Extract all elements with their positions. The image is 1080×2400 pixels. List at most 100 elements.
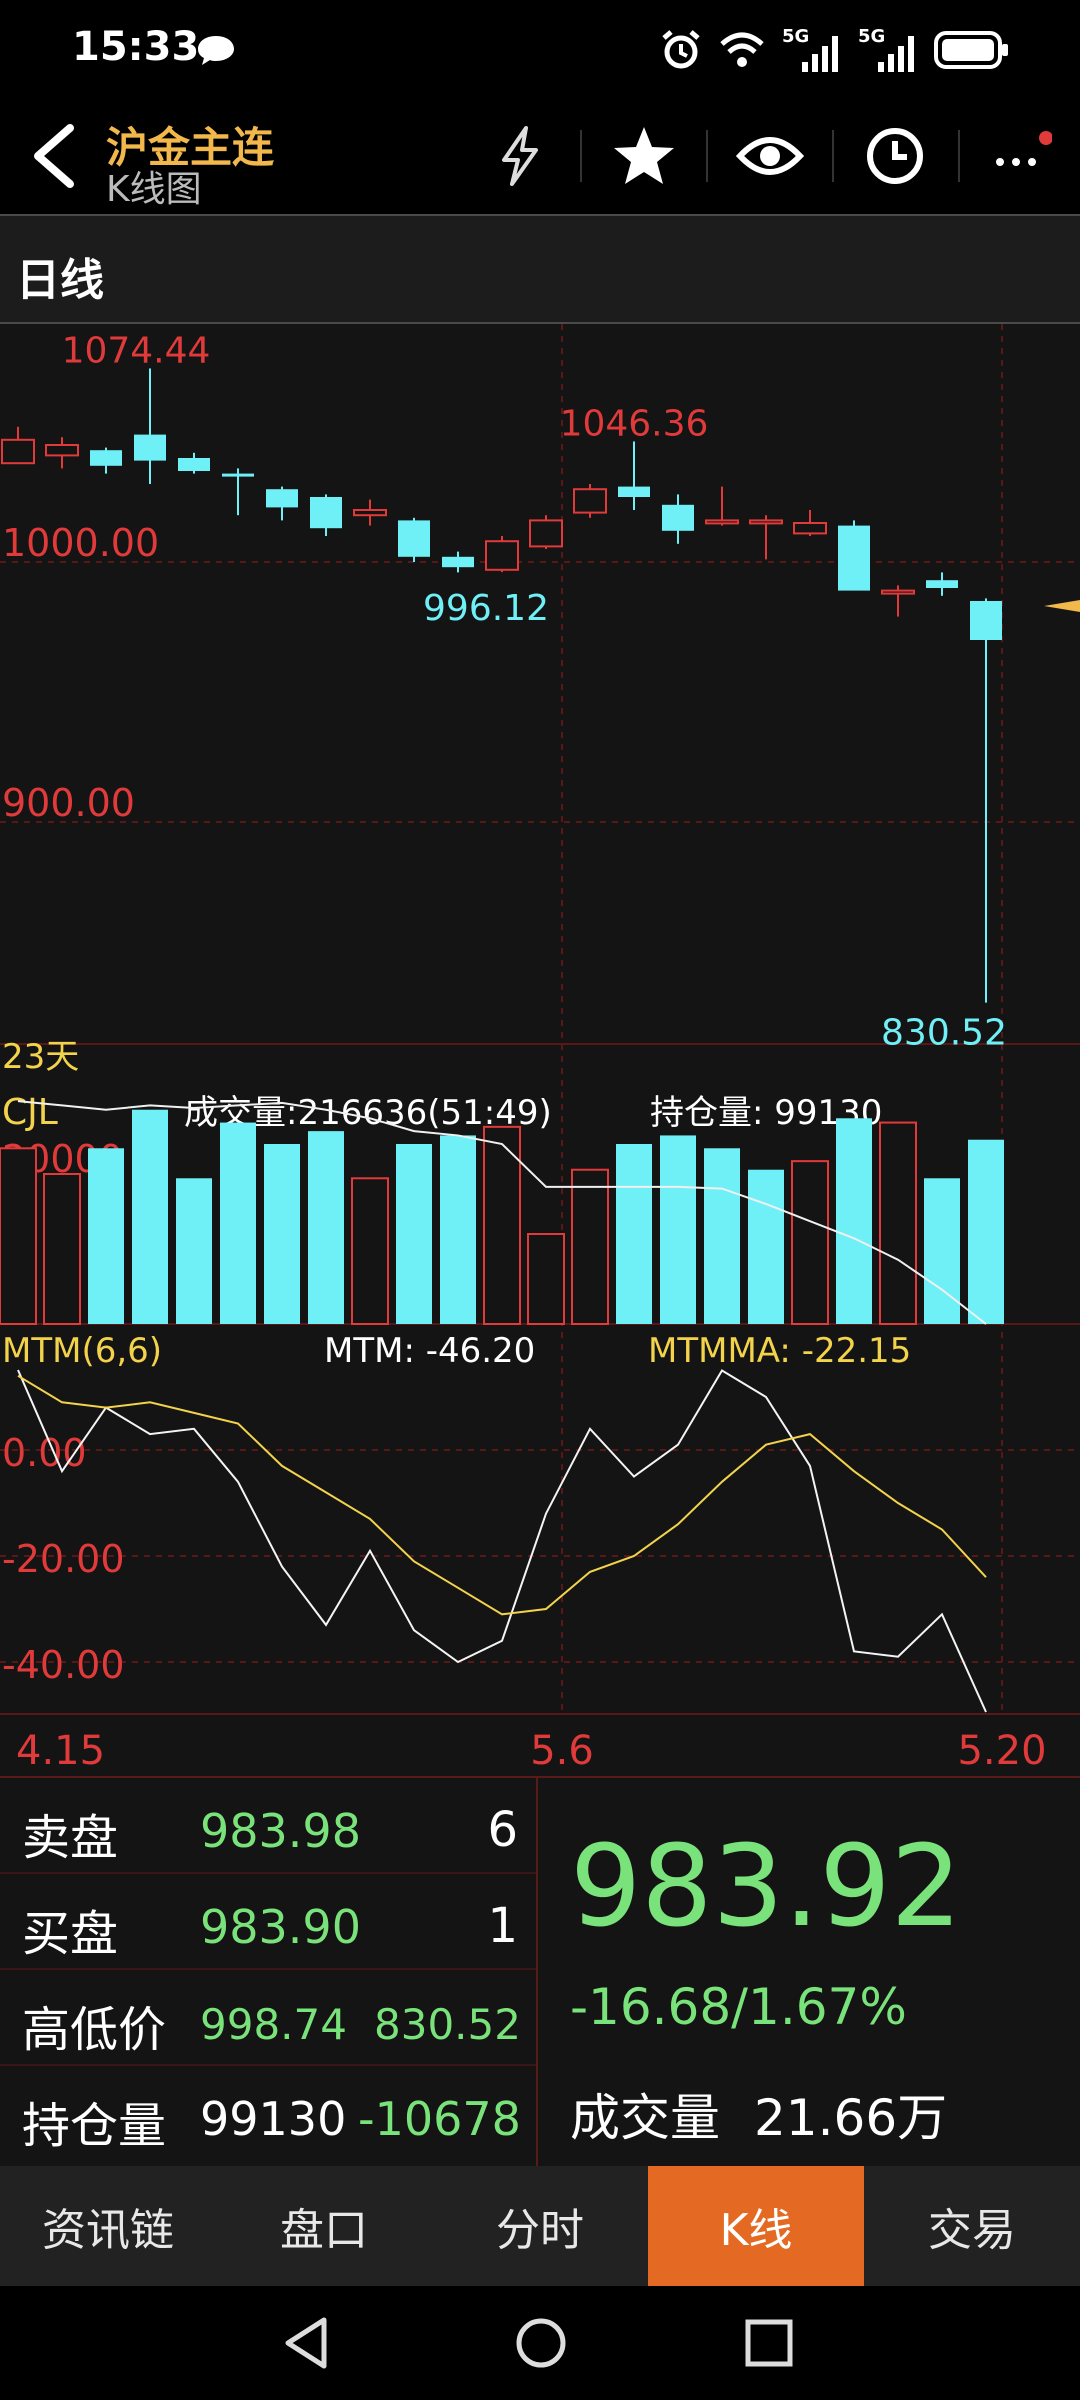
candle-body — [178, 458, 210, 471]
volume-bar — [176, 1178, 212, 1324]
status-time: 15:33 — [72, 24, 200, 70]
tab-news-chain[interactable]: 资讯链 — [0, 2166, 216, 2286]
lightning-icon — [502, 126, 538, 186]
volume-bar — [264, 1144, 300, 1324]
volume-bar — [0, 1147, 37, 1325]
signal-5g-icon: 5G — [782, 26, 842, 72]
candle-body — [926, 580, 958, 588]
more-button[interactable] — [980, 116, 1060, 196]
low-annotation: 996.12 — [423, 588, 549, 629]
history-button[interactable] — [855, 116, 935, 196]
date-axis-label: 5.6 — [530, 1728, 594, 1774]
oi-value: 99130 — [200, 2092, 347, 2146]
oi-change: -10678 — [358, 2092, 521, 2146]
mtmma-value: MTMMA: -22.15 — [648, 1331, 911, 1371]
candle-body — [90, 450, 122, 466]
candle-body — [970, 601, 1002, 640]
days-label: 23天 — [2, 1037, 79, 1077]
tab-order-book[interactable]: 盘口 — [216, 2166, 432, 2286]
volume-bar — [396, 1144, 432, 1324]
candle-body — [398, 520, 430, 557]
chart-area[interactable]: 1000.00 900.00 1074.44 1046.36 996.12 830.52 2… — [0, 324, 1080, 1776]
candle-body — [618, 486, 650, 497]
volume-bar — [571, 1168, 609, 1326]
volume-bar — [308, 1131, 344, 1324]
tab-kline[interactable]: K线 — [648, 2166, 864, 2286]
favorite-button[interactable] — [604, 116, 684, 196]
quote-divider — [536, 1778, 538, 2168]
volume-bar — [704, 1148, 740, 1324]
candle-body — [442, 556, 474, 568]
volume-label: 成交量 — [570, 2089, 720, 2147]
candle-body — [749, 519, 783, 525]
status-bar: 15:33 5G 5G — [0, 0, 1080, 100]
ask-price: 983.98 — [200, 1804, 361, 1858]
system-nav-bar — [0, 2286, 1080, 2400]
bottom-tab-bar: 资讯链 盘口 分时 K线 交易 — [0, 2166, 1080, 2286]
candle-body — [662, 504, 694, 531]
last-price: 983.92 — [570, 1822, 962, 1952]
kline-chart[interactable]: 1000.00 900.00 1074.44 1046.36 996.12 830.52 2… — [0, 324, 1080, 1776]
candle-body — [881, 589, 915, 595]
page-subtitle: K线图 — [106, 169, 202, 210]
price-axis-label: 900.00 — [2, 781, 135, 825]
volume-bar — [616, 1144, 652, 1324]
ask-label: 卖盘 — [22, 1810, 119, 1866]
mtm-axis-label: -40.00 — [2, 1643, 125, 1687]
candle-body — [266, 489, 298, 508]
peak-annotation: 1046.36 — [560, 403, 709, 444]
alarm-icon — [662, 30, 700, 69]
watch-button[interactable] — [730, 116, 810, 196]
mtm-label: MTM(6,6) — [2, 1331, 162, 1371]
volume-bar — [527, 1233, 565, 1325]
low-annotation: 830.52 — [881, 1013, 1007, 1054]
volume-bar — [43, 1173, 81, 1325]
nav-home-icon[interactable] — [514, 2316, 568, 2370]
ask-qty: 6 — [487, 1802, 518, 1858]
quote-panel: 卖盘 983.98 6 买盘 983.90 1 高低价 998.74 830.5… — [0, 1776, 1080, 2168]
volume-value: 21.66万 — [754, 2089, 948, 2147]
header-separator — [832, 130, 834, 182]
bid-row: 买盘 983.90 1 — [0, 1874, 536, 1970]
open-interest-row: 持仓量 99130 -10678 — [0, 2066, 536, 2168]
mtm-line — [17, 1369, 987, 1713]
candle-body — [45, 444, 79, 457]
high-low-label: 高低价 — [22, 2002, 167, 2058]
volume-bar — [351, 1177, 389, 1325]
date-axis-label: 4.15 — [16, 1728, 105, 1774]
candle-body — [705, 519, 739, 525]
mtmma-line — [17, 1374, 987, 1616]
eye-icon — [736, 137, 804, 175]
candle-body — [134, 434, 166, 461]
price-change: -16.68/1.67% — [570, 1978, 907, 2036]
tab-trade[interactable]: 交易 — [864, 2166, 1080, 2286]
nav-back-icon[interactable] — [282, 2316, 332, 2370]
signal-5g-icon-2: 5G — [858, 26, 918, 72]
more-icon — [996, 131, 1052, 166]
volume-bar — [440, 1135, 476, 1324]
high-price: 998.74 — [200, 2000, 347, 2049]
candle-body — [485, 540, 519, 571]
back-icon[interactable] — [26, 120, 82, 192]
volume-bar — [88, 1148, 124, 1324]
nav-recents-icon[interactable] — [744, 2318, 794, 2368]
chat-icon — [198, 36, 234, 65]
lightning-button[interactable] — [480, 116, 560, 196]
mtm-value: MTM: -46.20 — [324, 1331, 535, 1371]
wifi-icon — [720, 32, 764, 67]
date-axis-label: 5.20 — [957, 1728, 1046, 1774]
current-price-marker — [1044, 600, 1080, 612]
status-icons: 5G 5G — [660, 26, 1010, 72]
volume-bar — [660, 1135, 696, 1324]
candle-body — [529, 519, 563, 548]
star-icon — [614, 127, 674, 184]
tab-intraday[interactable]: 分时 — [432, 2166, 648, 2286]
period-selector[interactable]: 日线 — [0, 214, 1080, 324]
volume-bar — [836, 1118, 872, 1324]
bid-qty: 1 — [487, 1898, 518, 1954]
volume-bar — [791, 1160, 829, 1326]
candle-body — [838, 525, 870, 591]
header: 沪金主连 K线图 — [0, 100, 1080, 212]
volume-bar — [220, 1122, 256, 1324]
volume-bar — [968, 1139, 1004, 1324]
